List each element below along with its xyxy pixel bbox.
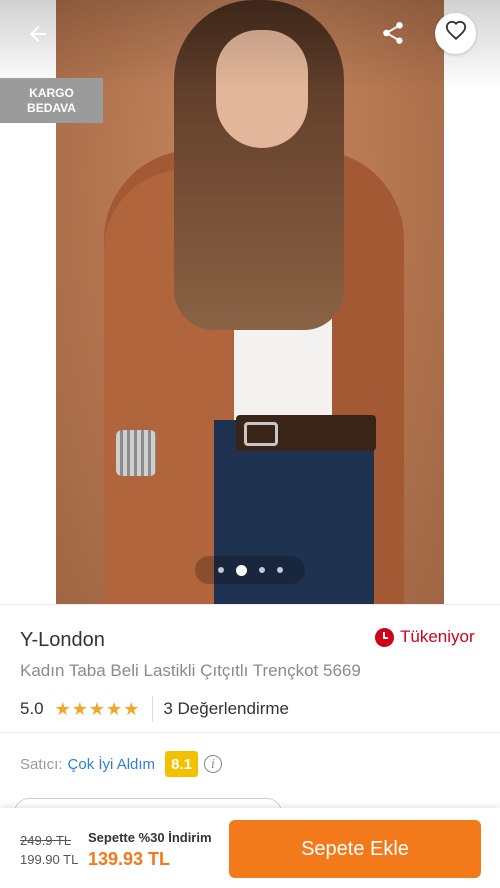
product-photo[interactable] <box>56 0 444 604</box>
arrow-left-icon <box>26 22 50 51</box>
old-price: 249.9 TL <box>20 833 72 848</box>
seller-row: Satıcı: Çok İyi Aldım 8.1 i <box>20 751 223 777</box>
photo-belt-buckle <box>244 422 278 446</box>
current-price: 199.90 TL <box>20 852 79 867</box>
badge-line-1: KARGO <box>29 85 74 100</box>
pagination-dot[interactable] <box>276 567 283 573</box>
product-title: Kadın Taba Beli Lastikli Çıtçıtlı Trençk… <box>20 661 361 680</box>
gallery-pagination[interactable] <box>195 556 305 584</box>
clock-icon <box>375 627 394 647</box>
top-gradient <box>0 0 500 90</box>
final-price: 139.93 TL <box>88 849 171 869</box>
free-shipping-badge: KARGO BEDAVA <box>0 78 103 123</box>
pagination-dot[interactable] <box>258 567 265 573</box>
share-icon <box>380 20 406 51</box>
rating-divider <box>152 696 154 722</box>
product-image-gallery[interactable]: KARGO BEDAVA <box>0 0 500 604</box>
badge-line-2: BEDAVA <box>27 100 76 115</box>
photo-cuff <box>116 430 156 476</box>
seller-label: Satıcı: <box>20 755 63 773</box>
pagination-dot[interactable] <box>217 567 224 573</box>
share-button[interactable] <box>372 14 414 56</box>
campaign-label: Sepette %30 İndirim <box>88 830 212 845</box>
rating-value: 5.0 <box>20 699 44 718</box>
heart-outline-icon <box>445 20 467 47</box>
pagination-dot-active[interactable] <box>235 564 247 576</box>
reviews-link[interactable]: 3 Değerlendirme <box>163 699 289 719</box>
info-icon[interactable]: i <box>204 755 223 773</box>
stock-status-label: Tükeniyor <box>400 627 475 646</box>
star-rating-icon: ★★★★★ <box>54 698 141 719</box>
add-to-cart-button[interactable]: Sepete Ekle <box>229 820 481 878</box>
brand-name[interactable]: Y-London <box>20 629 105 652</box>
stock-status: Tükeniyor <box>375 627 475 647</box>
favorite-button[interactable] <box>435 13 476 54</box>
back-button[interactable] <box>18 16 58 56</box>
seller-link[interactable]: Çok İyi Aldım <box>68 756 156 773</box>
bottom-purchase-bar: 249.9 TL 199.90 TL Sepette %30 İndirim 1… <box>0 808 500 888</box>
seller-score-badge: 8.1 <box>165 751 199 777</box>
section-divider <box>0 732 500 733</box>
rating-row: 5.0 ★★★★★ 3 Değerlendirme <box>20 696 289 722</box>
